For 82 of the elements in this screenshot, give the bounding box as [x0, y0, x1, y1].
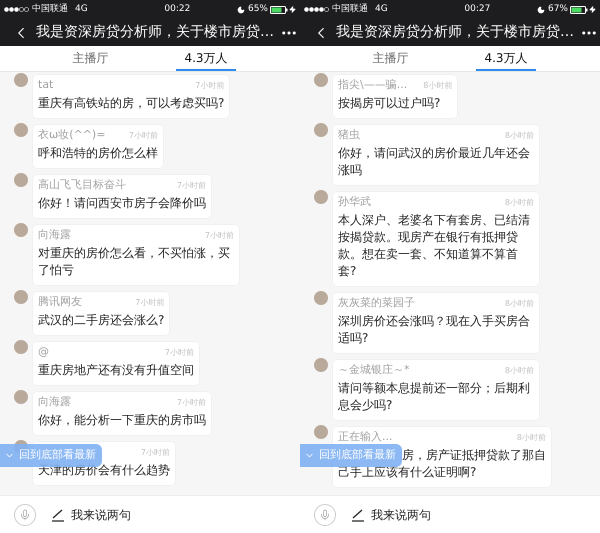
- message-time: 7小时前: [176, 396, 206, 408]
- network-type: 4G: [375, 2, 388, 16]
- message-time: 8小时前: [422, 80, 452, 92]
- message-time: 8小时前: [504, 298, 534, 310]
- message-time: 8小时前: [504, 196, 534, 208]
- battery-icon: [270, 6, 288, 14]
- signal-icon: [304, 7, 330, 12]
- battery-percent: 67%: [548, 2, 568, 16]
- avatar: [314, 291, 328, 305]
- message-time: 7小时前: [134, 296, 164, 308]
- tab[interactable]: 主播厅: [364, 46, 416, 71]
- user-name: 向海露: [38, 394, 71, 410]
- avatar: [314, 358, 328, 372]
- comment-field[interactable]: 我来说两句: [351, 506, 451, 524]
- user-name: 向海露: [38, 227, 71, 244]
- user-name: tat: [38, 77, 54, 94]
- carrier-name: 中国联通: [32, 2, 68, 16]
- carrier-name: 中国联通: [332, 2, 368, 16]
- message-time: 7小时前: [176, 180, 206, 192]
- tab[interactable]: 4.3万人: [476, 46, 536, 71]
- avatar: [14, 223, 28, 237]
- avatar: [314, 123, 328, 137]
- avatar: [14, 290, 28, 304]
- message-text: 本人深户、老婆名下有套房、已结清按揭贷款。现房产在银行有抵押贷款。想在卖一套、不知道算不算首套?: [338, 212, 531, 280]
- message-text: 深圳房价还会涨吗？现在入手买房合适吗?: [338, 313, 531, 347]
- pencil-icon: [51, 508, 65, 522]
- microphone-icon: [319, 508, 331, 520]
- battery-icon: [570, 6, 588, 14]
- window-title: 我是资深房贷分析师，关于楼市房贷…: [336, 23, 574, 42]
- message-text: 你好，请问武汉的房价最近几年还会涨吗: [338, 145, 531, 179]
- clock-time: 00:22: [163, 2, 190, 16]
- message-text: 房，房产证抵押贷款了那自: [402, 447, 546, 464]
- message-text: 对重庆的房价怎么看，不买怕涨，买了怕亏: [38, 245, 231, 279]
- user-name: 腾讯网友: [38, 294, 82, 310]
- avatar: [14, 390, 28, 404]
- message-text: 重庆有高铁站的房，可以考虑买吗?: [38, 95, 224, 112]
- signal-icon: [4, 7, 30, 12]
- avatar: [14, 73, 28, 87]
- user-name: 正在输入...: [338, 429, 392, 446]
- message-time: 7小时前: [140, 446, 170, 458]
- user-name: 高山飞飞目标奋斗: [38, 177, 126, 194]
- network-type: 4G: [75, 2, 88, 16]
- battery-percent: 65%: [248, 2, 268, 16]
- message-text: 你好！请问西安市房子会降价吗: [38, 195, 206, 212]
- user-name: 衣ω妆(^^)=: [38, 127, 106, 144]
- avatar: [314, 73, 328, 87]
- pencil-icon: [351, 508, 365, 522]
- message-text: 重庆房地产还有没有升值空间: [38, 362, 194, 379]
- avatar: [314, 190, 328, 204]
- comment-field[interactable]: 我来说两句: [51, 506, 151, 524]
- avatar: [14, 340, 28, 354]
- microphone-icon: [19, 508, 31, 520]
- message-time: 8小时前: [504, 130, 534, 142]
- moon-icon: [536, 6, 545, 14]
- message-text: 呼和浩特的房价怎么样: [38, 145, 158, 162]
- avatar: [14, 123, 28, 137]
- message-time: 7小时前: [204, 230, 234, 242]
- tab[interactable]: 4.3万人: [176, 46, 236, 71]
- message-text: 己手上应该有什么证明啊?: [338, 464, 476, 481]
- avatar: [14, 173, 28, 187]
- message-time: 8小时前: [516, 432, 546, 444]
- message-time: 7小时前: [194, 80, 224, 92]
- user-name: 孙华武: [338, 194, 371, 210]
- message-text: 请问等额本息提前还一部分；后期利息会少吗?: [338, 380, 531, 414]
- moon-icon: [236, 6, 245, 14]
- window-title: 我是资深房贷分析师，关于楼市房贷…: [36, 23, 274, 42]
- message-time: 7小时前: [128, 130, 158, 142]
- message-time: 8小时前: [504, 364, 534, 376]
- tab[interactable]: 主播厅: [64, 46, 116, 71]
- message-text: 武汉的二手房还会涨么?: [38, 312, 164, 329]
- user-name: 灰灰菜的菜园子: [338, 295, 415, 312]
- user-name: 指尖\——骗...: [338, 77, 408, 94]
- user-name: @: [38, 344, 49, 360]
- message-time: 7小时前: [164, 346, 194, 358]
- charging-icon: [589, 6, 596, 13]
- message-text: 按揭房可以过户吗?: [338, 95, 442, 112]
- avatar: [314, 425, 328, 439]
- user-name: ～金城银庄～*: [338, 362, 410, 378]
- charging-icon: [289, 6, 296, 13]
- message-text: 你好，能分析一下重庆的房市吗: [38, 412, 206, 429]
- clock-time: 00:27: [463, 2, 490, 16]
- user-name: 猪虫: [338, 127, 360, 144]
